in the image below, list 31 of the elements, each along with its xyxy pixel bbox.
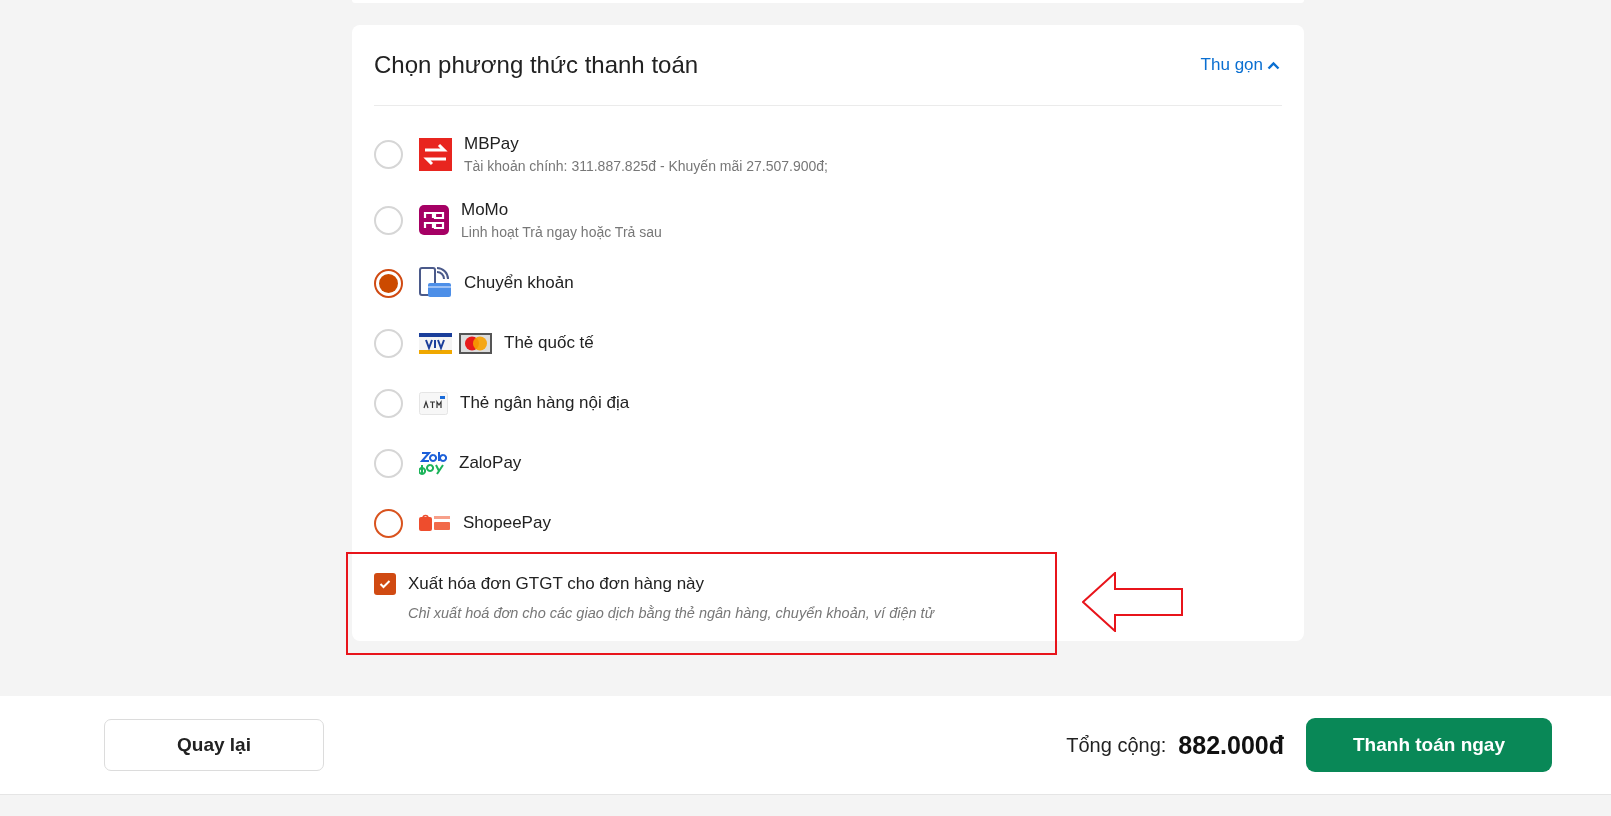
pay-button[interactable]: Thanh toán ngay [1306, 718, 1552, 772]
shopeepay-icon [419, 514, 451, 532]
zalopay-icon [419, 451, 447, 475]
method-name: MBPay [464, 134, 520, 154]
method-name: ZaloPay [459, 453, 522, 473]
mbpay-icon [419, 137, 452, 171]
method-name: Thẻ quốc tế [504, 333, 594, 353]
bank-transfer-icon [419, 266, 452, 300]
method-description: Tài khoản chính: 311.887.825đ - Khuyến mãi 27.507.900đ; [464, 158, 828, 174]
section-title: Chọn phương thức thanh toán [374, 51, 699, 79]
atm-card-icon [419, 391, 448, 415]
radio-button[interactable] [374, 268, 403, 298]
method-name: Chuyển khoản [464, 273, 574, 293]
checkmark-icon [379, 579, 391, 589]
total-label: Tổng cộng: [1066, 733, 1167, 757]
radio-button[interactable] [374, 508, 403, 538]
chevron-up-icon [1267, 60, 1280, 70]
back-button[interactable]: Quay lại [104, 719, 324, 771]
invoice-note: Chỉ xuất hoá đơn cho các giao dịch bằng thẻ ngân hàng, chuyển khoản, ví điện tử [408, 605, 936, 621]
visa-card-icon [419, 332, 452, 354]
checkbox[interactable] [374, 573, 396, 595]
method-description: Linh hoạt Trả ngay hoặc Trả sau [461, 224, 662, 240]
method-name: Thẻ ngân hàng nội địa [460, 393, 630, 413]
mastercard-icon [459, 332, 492, 354]
collapse-link[interactable]: Thu gọn [1200, 55, 1280, 75]
left-arrow-icon [1082, 572, 1183, 632]
method-name: MoMo [461, 200, 510, 220]
invoice-label: Xuất hóa đơn GTGT cho đơn hàng này [408, 574, 706, 594]
method-name: ShopeePay [463, 513, 551, 533]
momo-icon [419, 205, 449, 235]
total-amount: 882.000đ [1178, 730, 1284, 760]
